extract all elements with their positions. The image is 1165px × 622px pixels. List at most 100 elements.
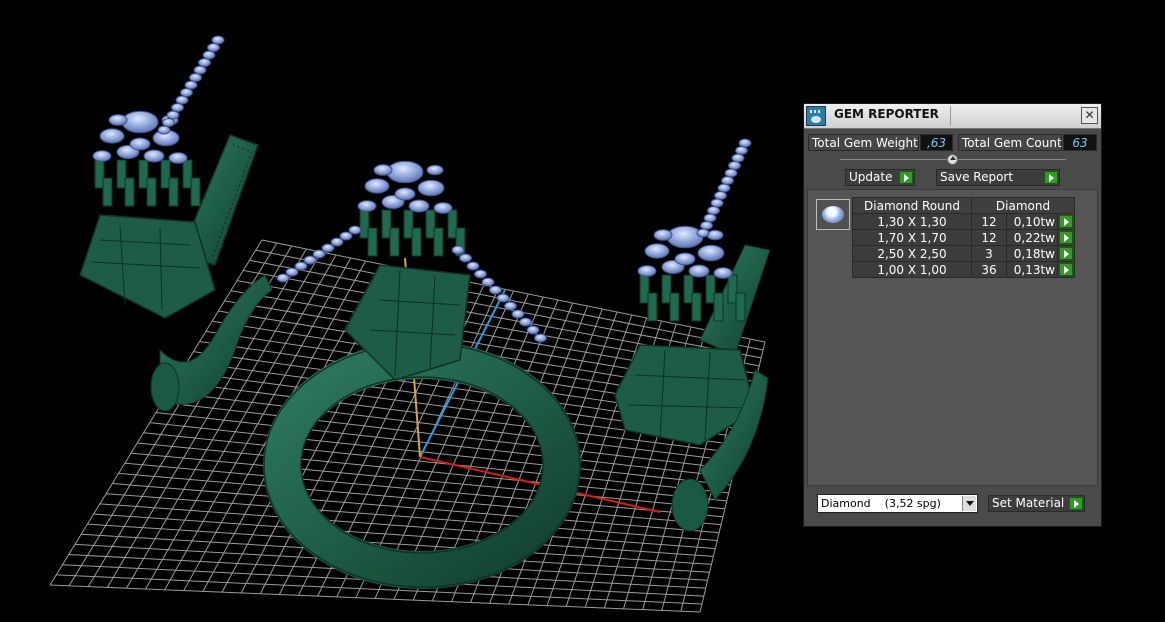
center-ring[interactable] <box>263 264 581 589</box>
row-action-button[interactable] <box>1057 245 1075 262</box>
small-gem <box>703 213 717 223</box>
set-material-button[interactable]: Set Material <box>988 495 1085 512</box>
prong <box>168 177 179 207</box>
gem <box>108 114 128 126</box>
left-gem-cluster <box>92 35 225 207</box>
slider-knob-icon[interactable] <box>947 154 958 165</box>
gem <box>697 244 725 262</box>
small-gem <box>330 237 344 247</box>
play-arrow-icon <box>1059 247 1073 260</box>
close-icon[interactable]: ✕ <box>1081 107 1098 124</box>
right-gem-cluster <box>637 138 752 322</box>
small-gem <box>496 293 510 303</box>
gem-weight: 0,13tw <box>1006 261 1058 278</box>
table-row[interactable]: 1,30 X 1,30 12 0,10tw <box>852 213 1075 230</box>
round-diamond-icon[interactable] <box>816 199 850 230</box>
gem <box>644 243 670 259</box>
prong <box>691 292 702 322</box>
update-button-label: Update <box>849 170 893 184</box>
small-gem <box>211 35 225 45</box>
row-action-button[interactable] <box>1057 213 1075 230</box>
gem <box>666 225 704 249</box>
prong <box>367 227 378 257</box>
prong <box>102 177 113 207</box>
window-title: GEM REPORTER <box>834 107 939 121</box>
gem-count: 36 <box>971 261 1007 278</box>
small-gem <box>175 95 189 105</box>
play-arrow-icon <box>899 171 913 184</box>
play-arrow-icon <box>1059 231 1073 244</box>
small-gem <box>321 243 335 253</box>
update-button[interactable]: Update <box>845 169 915 186</box>
title-separator <box>950 106 951 126</box>
gem-reporter-app-icon <box>806 106 826 126</box>
small-gem <box>193 65 207 75</box>
gem-size: 1,00 X 1,00 <box>852 261 972 278</box>
gem-size: 2,50 X 2,50 <box>852 245 972 262</box>
small-gem <box>312 249 326 259</box>
gem-size: 1,30 X 1,30 <box>852 213 972 230</box>
small-gem <box>157 125 171 135</box>
gem-weight: 0,10tw <box>1006 213 1058 230</box>
total-gem-count-label: Total Gem Count <box>958 134 1062 151</box>
prong <box>411 227 422 257</box>
small-gem <box>207 43 220 52</box>
small-gem <box>339 231 353 241</box>
material-dropdown[interactable]: Diamond (3,52 spg) <box>817 494 978 513</box>
small-gem <box>285 267 299 277</box>
small-gem <box>162 118 175 127</box>
small-gem <box>466 261 480 271</box>
gem <box>99 128 125 144</box>
small-gem <box>504 301 517 311</box>
row-action-button[interactable] <box>1057 229 1075 246</box>
gem <box>129 137 151 151</box>
gem <box>637 265 657 277</box>
prong <box>669 292 680 322</box>
small-gem <box>481 277 495 287</box>
table-row[interactable]: 2,50 X 2,50 3 0,18tw <box>852 245 1075 262</box>
gem <box>674 252 696 266</box>
table-row[interactable]: 1,70 X 1,70 12 0,22tw <box>852 229 1075 246</box>
total-gem-weight-label: Total Gem Weight <box>808 134 919 151</box>
gem-weight: 0,22tw <box>1006 229 1058 246</box>
gem <box>394 187 416 201</box>
prong <box>647 292 658 322</box>
gem-size: 1,70 X 1,70 <box>852 229 972 246</box>
prong <box>713 292 724 322</box>
gem-table: Diamond Round Diamond 1,30 X 1,30 12 0,1… <box>852 197 1075 278</box>
gem <box>426 164 444 176</box>
gem-count: 3 <box>971 245 1007 262</box>
play-arrow-icon <box>1044 171 1058 184</box>
small-gem <box>303 255 317 265</box>
gem <box>386 160 424 184</box>
title-bar[interactable]: GEM REPORTER ✕ <box>804 104 1101 129</box>
play-arrow-icon <box>1059 215 1073 228</box>
row-action-button[interactable] <box>1057 261 1075 278</box>
small-gem <box>166 110 180 120</box>
small-gem <box>202 50 216 60</box>
small-gem <box>276 273 290 283</box>
small-gem <box>171 103 184 112</box>
dropdown-arrow-icon[interactable] <box>962 496 976 511</box>
small-gem <box>526 325 540 335</box>
small-gem <box>735 146 748 155</box>
save-report-button[interactable]: Save Report <box>936 169 1060 186</box>
small-gem <box>519 317 532 327</box>
small-gem <box>474 269 487 279</box>
small-gem <box>348 225 362 235</box>
gem-list-area: Diamond Round Diamond 1,30 X 1,30 12 0,1… <box>807 189 1098 486</box>
small-gem <box>700 221 713 230</box>
small-gem <box>696 228 710 238</box>
save-report-button-label: Save Report <box>940 170 1014 184</box>
small-gem <box>728 161 741 170</box>
total-gem-count-value: 63 <box>1063 134 1097 151</box>
gem <box>408 199 430 213</box>
small-gem <box>721 176 734 185</box>
set-material-button-label: Set Material <box>992 496 1065 510</box>
gem <box>168 152 188 164</box>
gem-count: 12 <box>971 213 1007 230</box>
small-gem <box>731 153 745 163</box>
table-row[interactable]: 1,00 X 1,00 36 0,13tw <box>852 261 1075 278</box>
prong <box>389 227 400 257</box>
small-gem <box>738 138 752 148</box>
